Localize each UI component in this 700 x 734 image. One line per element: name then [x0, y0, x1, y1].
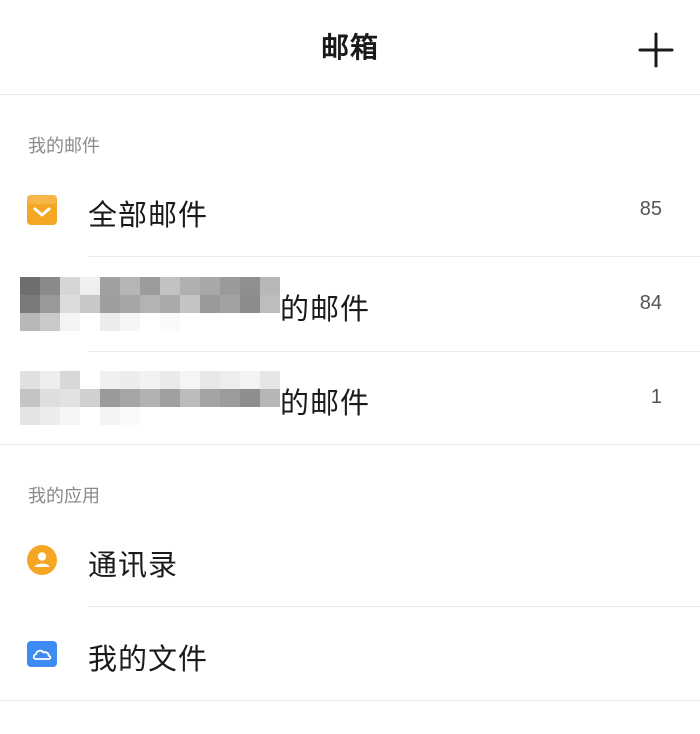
- app-contacts[interactable]: 通讯录: [0, 513, 700, 607]
- mail-count-badge: 84: [639, 292, 662, 314]
- add-account-button[interactable]: [636, 30, 676, 70]
- mail-account-label-suffix: 的邮件: [280, 386, 371, 420]
- mail-count-badge: 1: [650, 386, 662, 408]
- cloud-files-icon: [26, 638, 58, 670]
- mail-account-row[interactable]: 的邮件 84: [0, 257, 700, 351]
- redacted-account-name: [20, 371, 280, 427]
- app-label: 通讯录: [88, 548, 179, 582]
- top-bar: 邮箱: [0, 0, 700, 95]
- mail-account-row[interactable]: 的邮件 1: [0, 351, 700, 445]
- app-label: 我的文件: [88, 642, 209, 676]
- section-divider: [0, 444, 700, 445]
- section-label-my-mail: 我的邮件: [28, 136, 100, 157]
- mail-count-badge: 85: [639, 198, 662, 220]
- mail-folder-all[interactable]: 全部邮件 85: [0, 163, 700, 257]
- mailbox-screen: 邮箱 我的邮件 全部邮件 85 的邮件 84 的邮件 1 我的应用 通讯录 我的…: [0, 0, 700, 734]
- section-label-my-apps: 我的应用: [28, 486, 100, 507]
- plus-icon: [638, 32, 674, 68]
- page-title: 邮箱: [320, 31, 379, 64]
- app-my-files[interactable]: 我的文件: [0, 607, 700, 701]
- mail-account-label-suffix: 的邮件: [280, 292, 371, 326]
- contacts-icon: [26, 544, 58, 576]
- mail-folder-label: 全部邮件: [88, 198, 209, 232]
- redacted-account-name: [20, 277, 280, 333]
- inbox-icon: [26, 194, 58, 226]
- section-divider: [0, 700, 700, 701]
